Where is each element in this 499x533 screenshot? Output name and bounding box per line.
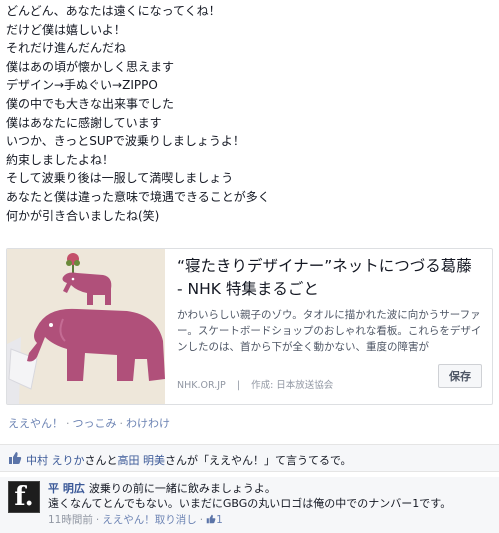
share-link[interactable]: わけわけ [126,417,170,430]
comment-text: 波乗りの前に一緒に飲みましょうよ。 [88,482,276,495]
share-domain: NHK.OR.JP [177,380,226,391]
share-title[interactable]: “寝たきりデザイナー”ネットにつづる葛藤 - NHK 特集まるごと [177,255,482,301]
comment-like-count[interactable]: 1 [216,514,223,526]
comment-link[interactable]: つっこみ [73,417,117,430]
thumbs-up-icon [8,451,22,468]
post-line: それだけ進んだんだね [6,41,127,56]
likes-summary: 中村 えりかさんと高田 明美さんが「ええやん！」て言うてるで。 [0,444,499,472]
post-actions: ええやん！ · つっこみ · わけわけ [8,415,170,431]
post-line: どんどん、あなたは遠くになってくね！ [6,4,221,18]
comment-timestamp[interactable]: 11時間前 [48,514,93,526]
share-description: かわいらしい親子のゾウ。タオルに描かれた波に向かうサーファー。スケートボードショ… [177,309,482,353]
comment-author[interactable]: 平 明広 [48,482,85,495]
comment-unlike-link[interactable]: 取り消し [155,514,197,526]
comment-like-icon [206,514,216,526]
likes-joiner: さんと [84,454,118,467]
post-line: あなたと僕は違った意味で境遇できることが多く [6,189,270,204]
post-line: 約束しましたよね！ [6,152,115,167]
liker-name[interactable]: 高田 明美 [118,454,166,467]
elephant-towel-image [7,249,165,404]
post-line: だけど僕は嬉しいよ！ [6,22,126,37]
save-button[interactable]: 保存 [438,364,482,388]
avatar[interactable]: f. [8,481,40,513]
liker-name[interactable]: 中村 えりか [26,454,85,467]
meta-dot: · [199,514,204,526]
post-line: デザイン→手ぬぐい→ZIPPO [6,78,158,93]
comment-body: 平 明広 波乗りの前に一緒に飲みましょうよ。 遠くなんてとんでもない。いまだにGB… [48,481,488,528]
meta-dot: · [95,514,100,526]
post-line: 僕はあの頃が懐かしく思えます [6,59,175,74]
action-dot: · [66,417,70,430]
post-line: 何かが引き合いましたね(笑) [6,208,160,223]
comment-like-link[interactable]: ええやん！ [102,514,155,526]
comment-meta: 11時間前 · ええやん！取り消し · 1 [48,513,488,528]
action-dot: · [119,417,124,430]
footer-separator: | [236,380,241,391]
comment: f. 平 明広 波乗りの前に一緒に飲みましょうよ。 遠くなんてとんでもない。いまだ… [0,477,499,533]
share-source: NHK.OR.JP | 作成: 日本放送協会 [177,377,333,391]
post-line: そして波乗り後は一服して満喫しましょう [6,171,234,186]
post-line: 僕の中でも大きな出来事でした [6,96,175,111]
share-author: 作成: 日本放送協会 [251,380,334,391]
likes-suffix: さんが「ええやん！」て言うてるで。 [165,454,352,467]
post-message: どんどん、あなたは遠くになってくね！ だけど僕は嬉しいよ！ それだけ進んだんだね… [6,2,476,225]
comment-text: 遠くなんてとんでもない。いまだにGBGの丸いロゴは俺の中でのナンバー1です。 [48,497,452,510]
post-line: いつか、きっとSUPで波乗りしましょうよ！ [6,134,245,149]
link-share-card[interactable]: “寝たきりデザイナー”ネットにつづる葛藤 - NHK 特集まるごと かわいらしい… [6,248,493,405]
like-link[interactable]: ええやん！ [8,417,63,430]
likes-text: 中村 えりかさんと高田 明美さんが「ええやん！」て言うてるで。 [26,452,352,468]
share-thumbnail[interactable] [7,249,165,404]
card-body: “寝たきりデザイナー”ネットにつづる葛藤 - NHK 特集まるごと かわいらしい… [177,255,482,355]
post-line: 僕はあなたに感謝しています [6,115,162,130]
